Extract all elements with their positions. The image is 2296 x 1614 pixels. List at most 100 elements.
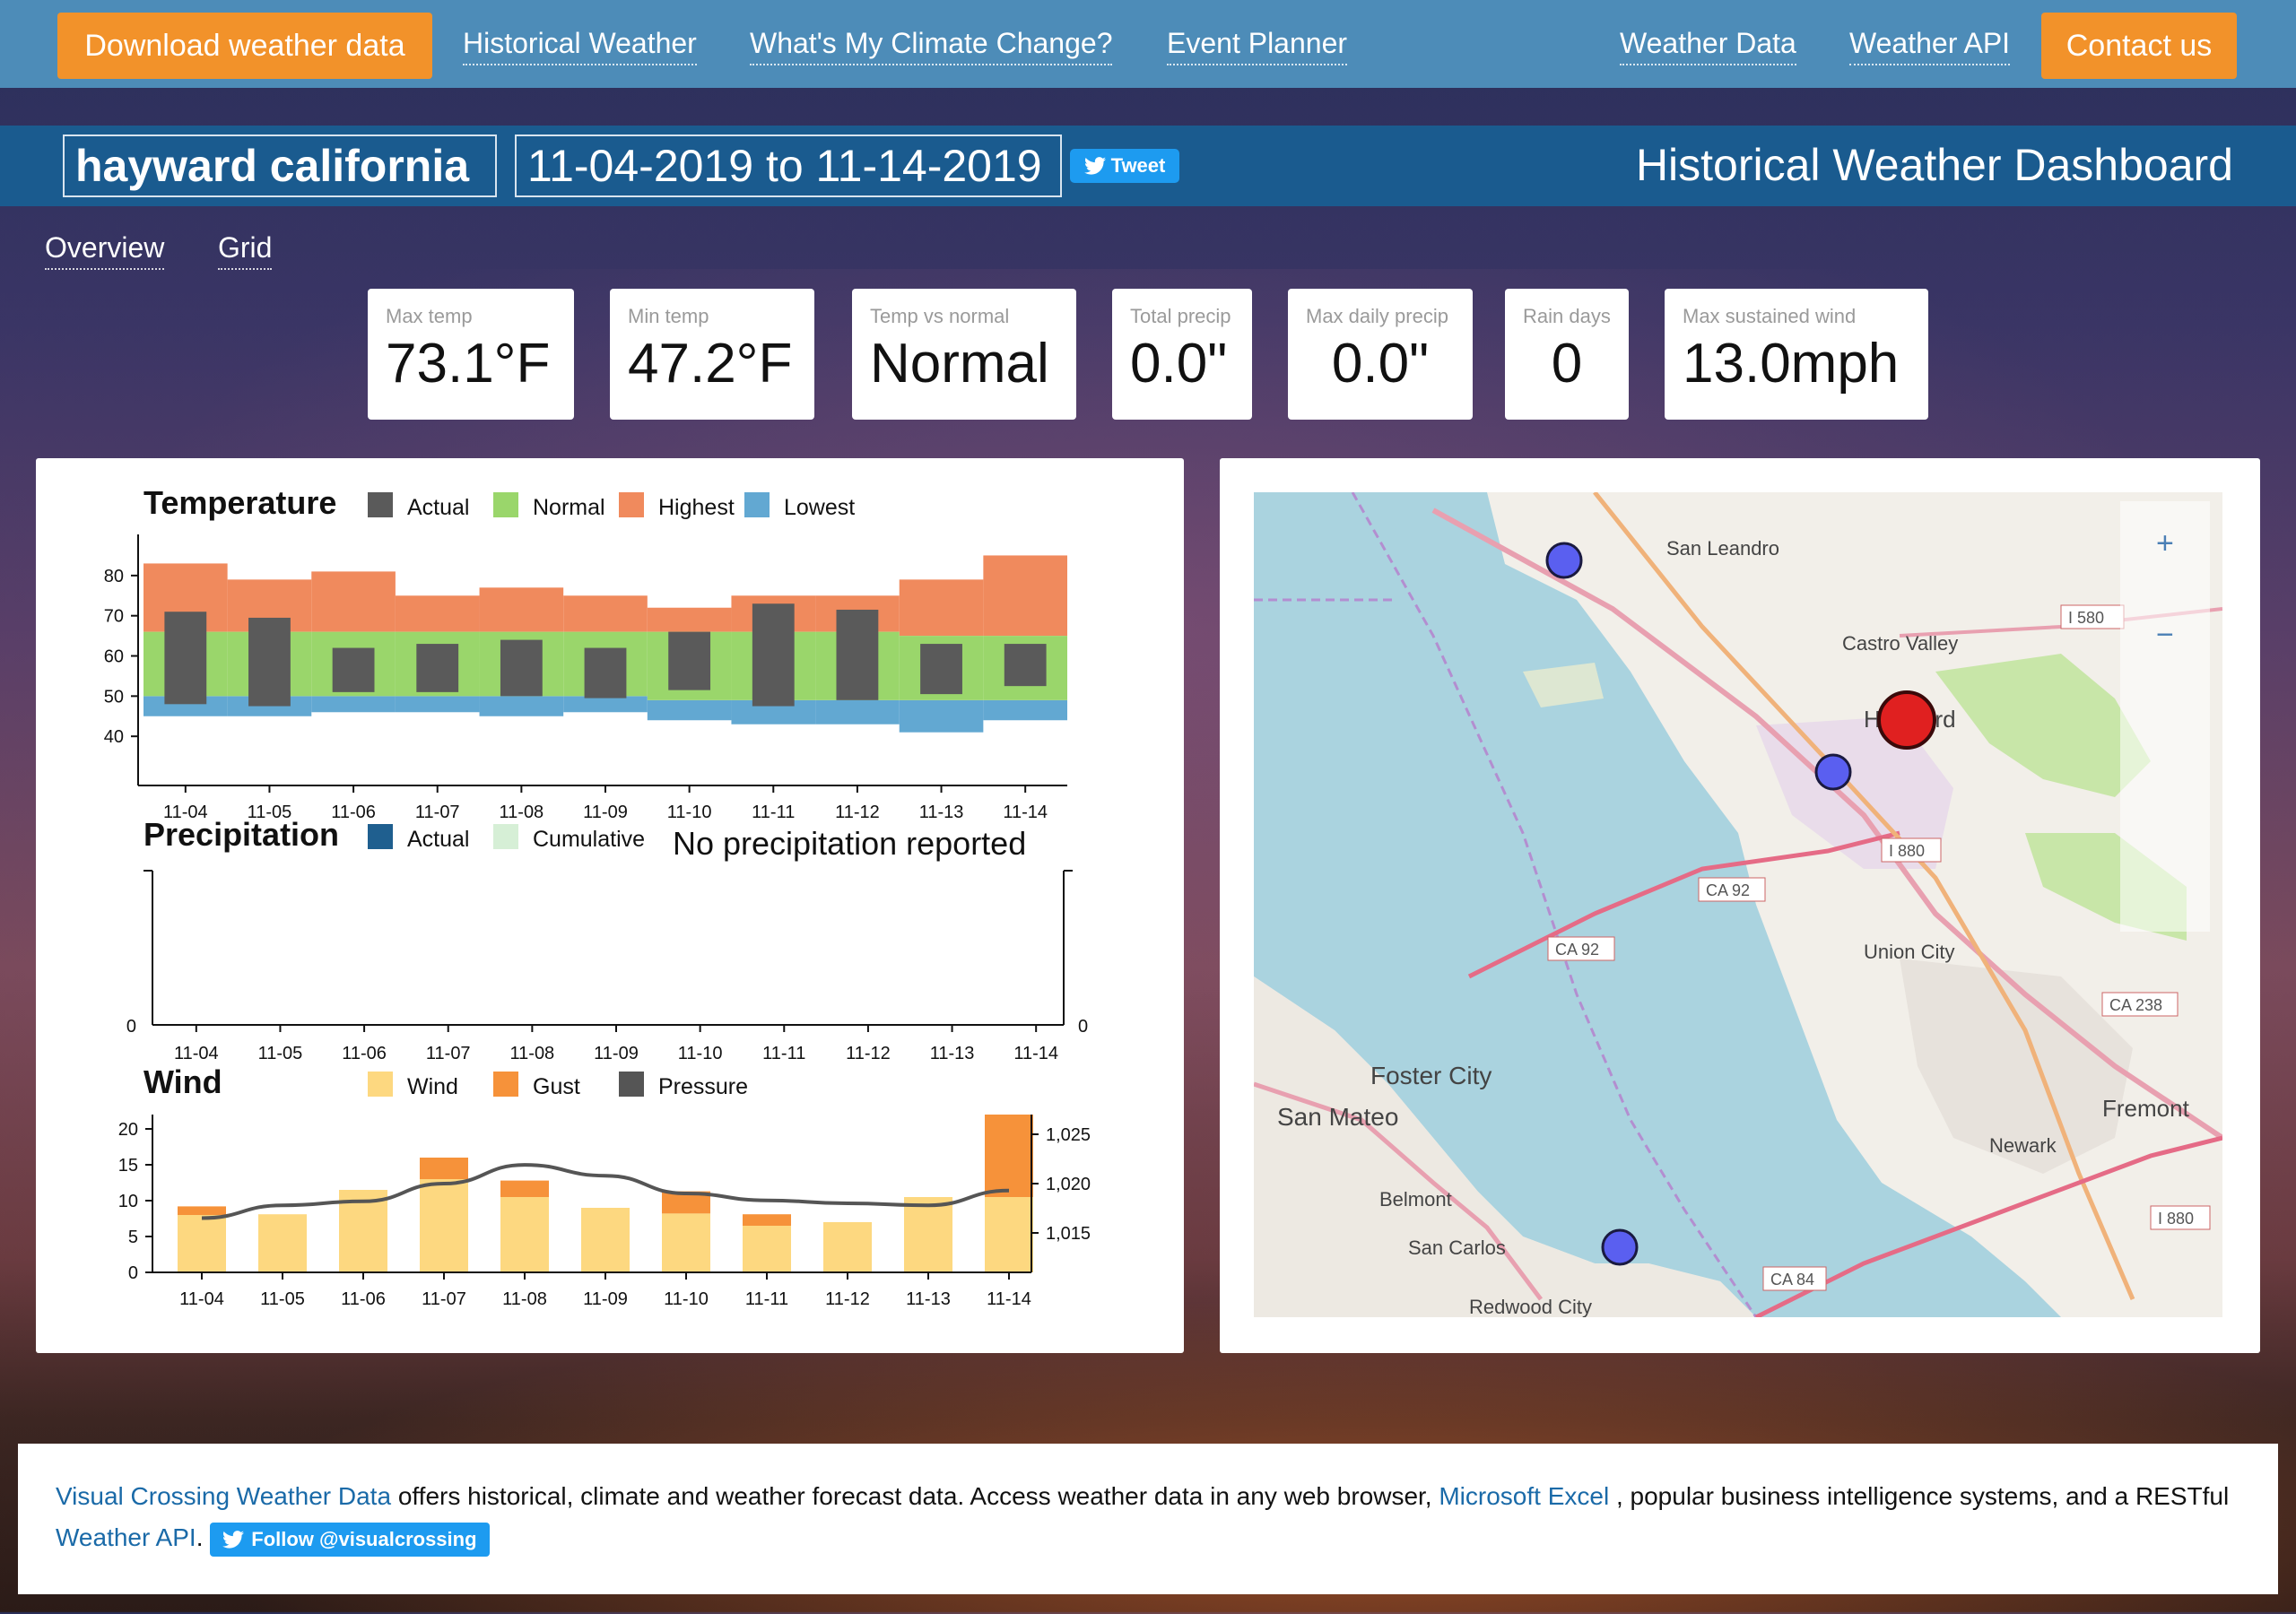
stat-value: 47.2°F — [628, 333, 793, 395]
download-weather-data-button[interactable]: Download weather data — [57, 13, 432, 79]
station-marker[interactable] — [1814, 753, 1852, 791]
nav-historical-weather[interactable]: Historical Weather — [463, 27, 697, 65]
temp-y-tick-label: 60 — [104, 647, 124, 667]
wind-bar-gust — [420, 1158, 468, 1179]
temp-x-tick-label: 11-11 — [752, 803, 795, 822]
zoom-out-button[interactable]: − — [2156, 618, 2174, 652]
wind-x-tick-label: 11-04 — [179, 1289, 224, 1309]
temp-bar-actual — [500, 639, 543, 697]
temp-bar-actual — [1004, 644, 1047, 687]
stat-value: 73.1°F — [386, 333, 551, 395]
temp-x-tick-label: 11-13 — [919, 803, 964, 822]
location-marker-hayward[interactable] — [1877, 690, 1936, 750]
map-label-foster-city: Foster City — [1370, 1062, 1492, 1089]
wind-y-tick-label: 15 — [118, 1156, 138, 1176]
legend-swatch-precip-actual — [368, 824, 393, 849]
legend-swatch-precip-cumulative — [493, 824, 518, 849]
pressure-y-tick-label: 1,015 — [1046, 1224, 1091, 1244]
precipitation-title: Precipitation — [144, 816, 339, 853]
wind-bar-wind — [904, 1197, 952, 1272]
zoom-control — [2120, 501, 2210, 932]
temp-bar-lowest — [479, 696, 564, 716]
legend-normal: Normal — [533, 495, 605, 520]
date-range-input[interactable]: 11-04-2019 to 11-14-2019 — [515, 134, 1062, 197]
wind-bar-wind — [581, 1208, 630, 1272]
legend-swatch-normal — [493, 492, 518, 517]
temp-bar-highest — [311, 571, 396, 632]
precip-x-tick-label: 11-14 — [1013, 1044, 1058, 1063]
tab-grid[interactable]: Grid — [218, 231, 273, 270]
temp-bar-highest — [647, 607, 732, 632]
map-label-redwood-city: Redwood City — [1469, 1296, 1592, 1317]
footer-link-excel[interactable]: Microsoft Excel — [1439, 1482, 1609, 1510]
wind-bar-gust — [985, 1115, 1033, 1197]
stat-label: Temp vs normal — [870, 305, 1010, 327]
nav-event-planner[interactable]: Event Planner — [1167, 27, 1348, 65]
follow-button[interactable]: Follow @visualcrossing — [210, 1522, 490, 1557]
top-nav: Download weather data Historical Weather… — [0, 0, 2296, 88]
stat-card-rain-days: Rain days 0 — [1505, 289, 1629, 420]
zoom-in-button[interactable]: + — [2156, 526, 2174, 560]
wind-bar-wind — [743, 1226, 791, 1272]
tweet-button[interactable]: Tweet — [1070, 149, 1179, 183]
pressure-y-tick-label: 1,025 — [1046, 1125, 1091, 1145]
map[interactable]: San Leandro Castro Valley Hayward Union … — [1254, 492, 2222, 1317]
wind-y-tick-label: 5 — [128, 1228, 138, 1247]
tab-overview[interactable]: Overview — [45, 231, 165, 270]
footer-link-visual-crossing[interactable]: Visual Crossing Weather Data — [56, 1482, 391, 1510]
map-label-belmont: Belmont — [1379, 1188, 1452, 1210]
stat-value: 0 — [1551, 333, 1583, 395]
temp-bar-highest — [563, 595, 648, 632]
twitter-bird-icon — [1083, 157, 1106, 175]
temp-bar-actual — [248, 617, 291, 707]
wind-bar-wind — [662, 1213, 710, 1272]
stat-label: Max temp — [386, 305, 473, 327]
wind-x-tick-label: 11-10 — [664, 1289, 709, 1309]
wind-x-tick-label: 11-12 — [825, 1289, 870, 1309]
pressure-y-tick-label: 1,020 — [1046, 1175, 1091, 1194]
road-label: CA 238 — [2109, 996, 2162, 1014]
precip-x-tick-label: 11-09 — [594, 1044, 639, 1063]
legend-actual: Actual — [407, 495, 469, 520]
wind-chart: 0 5 10 15 20 1,015 1,020 1,025 11-04 11-05 11-06 11… — [118, 1115, 1091, 1309]
nav-weather-data[interactable]: Weather Data — [1620, 27, 1796, 65]
wind-x-tick-label: 11-05 — [260, 1289, 305, 1309]
footer-link-weather-api[interactable]: Weather API — [56, 1523, 196, 1551]
legend-swatch-actual — [368, 492, 393, 517]
charts-svg: Temperature Actual Normal Highest Lowest… — [104, 484, 1091, 1309]
nav-climate-change[interactable]: What's My Climate Change? — [750, 27, 1113, 65]
wind-x-tick-label: 11-11 — [745, 1289, 788, 1309]
legend-swatch-gust — [493, 1072, 518, 1097]
station-marker[interactable] — [1601, 1228, 1639, 1266]
nav-weather-api[interactable]: Weather API — [1849, 27, 2011, 65]
contact-us-button[interactable]: Contact us — [2041, 13, 2237, 79]
wind-y-tick-label: 0 — [128, 1263, 138, 1283]
temp-x-tick-label: 11-07 — [415, 803, 460, 822]
no-precip-note: No precipitation reported — [673, 825, 1026, 862]
wind-x-tick-label: 11-08 — [502, 1289, 547, 1309]
wind-bar-wind — [500, 1197, 549, 1272]
temp-y-tick-label: 70 — [104, 607, 124, 627]
stat-value: Normal — [870, 333, 1049, 395]
map-panel: San Leandro Castro Valley Hayward Union … — [1220, 458, 2260, 1353]
station-marker[interactable] — [1545, 542, 1583, 579]
road-label: I 880 — [2158, 1210, 2194, 1228]
legend-swatch-lowest — [744, 492, 770, 517]
legend-pressure: Pressure — [658, 1074, 748, 1099]
tweet-label: Tweet — [1110, 154, 1166, 177]
wind-y-tick-label: 10 — [118, 1192, 138, 1211]
wind-x-tick-label: 11-09 — [583, 1289, 628, 1309]
follow-label: Follow @visualcrossing — [251, 1527, 477, 1550]
twitter-bird-icon — [222, 1530, 245, 1549]
location-input[interactable]: hayward california — [63, 134, 497, 197]
map-label-newark: Newark — [1989, 1134, 2057, 1157]
temp-x-tick-label: 11-14 — [1003, 803, 1048, 822]
temp-y-tick-label: 50 — [104, 687, 124, 707]
wind-bar-wind — [178, 1215, 226, 1272]
temp-x-tick-label: 11-10 — [667, 803, 712, 822]
precip-y-tick-label-right: 0 — [1078, 1017, 1088, 1037]
wind-x-tick-label: 11-06 — [341, 1289, 386, 1309]
legend-swatch-highest — [619, 492, 644, 517]
legend-gust: Gust — [533, 1074, 580, 1099]
legend-wind: Wind — [407, 1074, 458, 1099]
